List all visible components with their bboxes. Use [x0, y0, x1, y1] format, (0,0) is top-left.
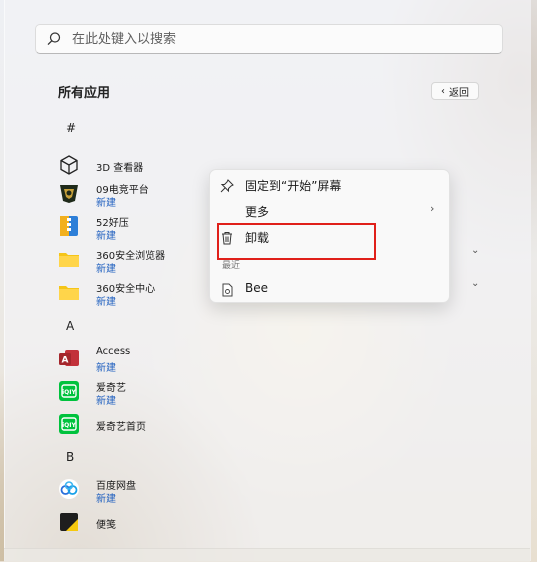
app-item-sticky-notes[interactable]: 便笺 — [58, 510, 228, 540]
cube-icon — [58, 154, 80, 176]
app-name: Access — [96, 346, 131, 357]
app-name: 3D 查看器 — [96, 163, 144, 174]
app-item-access[interactable]: A Access 新建 — [58, 346, 228, 376]
esports-logo-icon — [58, 182, 80, 204]
app-item-iqiyi[interactable]: iQIY 爱奇艺 新建 — [58, 379, 228, 409]
menu-item-recent-bee[interactable]: Bee — [210, 277, 449, 301]
app-item-3d-viewer[interactable]: 3D 查看器 — [58, 153, 228, 183]
search-input[interactable] — [70, 30, 474, 48]
new-badge: 新建 — [96, 396, 116, 407]
file-icon — [220, 282, 234, 297]
app-item-09-esports[interactable]: 09电竞平台 新建 — [58, 181, 228, 211]
app-item-baidu-netdisk[interactable]: 百度网盘 新建 — [58, 477, 228, 507]
menu-item-more[interactable]: 更多 › — [210, 199, 449, 223]
app-item-360-browser[interactable]: 360安全浏览器 新建 — [58, 247, 228, 277]
search-box[interactable] — [35, 24, 503, 54]
sticky-note-icon — [58, 511, 80, 533]
new-badge: 新建 — [96, 198, 116, 209]
svg-text:iQIY: iQIY — [62, 389, 76, 396]
archive-icon — [58, 215, 80, 237]
iqiyi-icon: iQIY — [58, 380, 80, 402]
new-badge: 新建 — [96, 363, 116, 374]
new-badge: 新建 — [96, 231, 116, 242]
new-badge: 新建 — [96, 264, 116, 275]
pin-icon — [220, 178, 234, 193]
back-button[interactable]: ‹ 返回 — [431, 82, 479, 100]
chevron-left-icon: ‹ — [441, 85, 445, 97]
app-item-360-security[interactable]: 360安全中心 新建 — [58, 280, 228, 310]
iqiyi-icon: iQIY — [58, 413, 80, 435]
folder-icon — [58, 248, 80, 270]
all-apps-title: 所有应用 — [58, 86, 111, 101]
access-icon: A — [58, 347, 80, 369]
back-button-label: 返回 — [449, 87, 469, 99]
highlight-annotation — [217, 223, 376, 260]
svg-text:A: A — [62, 356, 69, 366]
menu-item-label: Bee — [245, 281, 268, 295]
section-letter-a[interactable]: A — [66, 319, 74, 333]
chevron-down-icon[interactable]: ⌄ — [471, 278, 479, 289]
app-name: 爱奇艺首页 — [96, 422, 146, 433]
menu-item-pin-to-start[interactable]: 固定到“开始”屏幕 — [210, 173, 449, 197]
cloud-icon — [58, 478, 80, 500]
section-letter-b[interactable]: B — [66, 450, 74, 464]
app-item-iqiyi-home[interactable]: iQIY 爱奇艺首页 — [58, 412, 228, 442]
chevron-down-icon[interactable]: ⌄ — [471, 245, 479, 256]
chevron-right-icon: › — [430, 202, 435, 215]
app-name: 便笺 — [96, 520, 116, 531]
menu-item-label: 固定到“开始”屏幕 — [245, 179, 342, 193]
start-menu-footer — [4, 548, 530, 562]
section-letter-hash[interactable]: # — [66, 121, 76, 135]
search-icon — [46, 31, 62, 47]
new-badge: 新建 — [96, 494, 116, 505]
folder-icon — [58, 281, 80, 303]
new-badge: 新建 — [96, 297, 116, 308]
app-item-52haoya[interactable]: 52好压 新建 — [58, 214, 228, 244]
svg-text:iQIY: iQIY — [62, 422, 76, 429]
menu-item-label: 更多 — [245, 205, 270, 219]
